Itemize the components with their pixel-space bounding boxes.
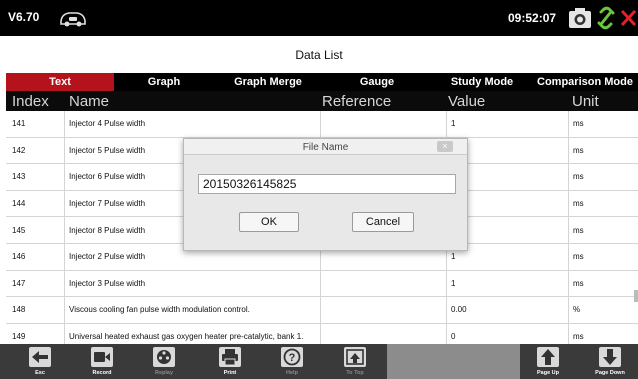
- to-top-label: To Top: [346, 370, 364, 376]
- row-index: 147: [12, 278, 26, 288]
- help-icon: ?: [281, 347, 303, 367]
- table-row[interactable]: 141 Injector 4 Pulse width 1 ms: [6, 111, 638, 138]
- car-logo-icon: [58, 6, 88, 30]
- link-icon[interactable]: [593, 4, 619, 32]
- column-header-index: Index: [12, 93, 49, 110]
- print-label: Print: [223, 370, 237, 376]
- row-index: 149: [12, 332, 26, 342]
- row-reference: [320, 111, 446, 137]
- column-header-name: Name: [69, 93, 110, 110]
- row-reference: [320, 323, 446, 344]
- row-unit: ms: [568, 164, 638, 190]
- row-value: 0.00: [446, 297, 568, 323]
- row-name: Injector 4 Pulse width: [64, 111, 320, 137]
- dialog-close-button[interactable]: ×: [437, 141, 453, 152]
- table-header: Index Name Reference Value Unit: [6, 91, 638, 111]
- row-name: Viscous cooling fan pulse width modulati…: [64, 297, 320, 323]
- close-icon[interactable]: [618, 4, 638, 32]
- file-name-dialog: File Name × OK Cancel: [183, 138, 468, 251]
- table-row[interactable]: 148 Viscous cooling fan pulse width modu…: [6, 297, 638, 324]
- row-name: Injector 3 Pulse width: [64, 270, 320, 297]
- table-row[interactable]: 147 Injector 3 Pulse width 1 ms: [6, 270, 638, 298]
- row-unit: ms: [568, 323, 638, 344]
- tab-graph[interactable]: Graph: [114, 73, 214, 91]
- bottom-toolbar: Esc Record Replay Print ? Help To Top Pa…: [0, 344, 638, 379]
- row-unit: ms: [568, 217, 638, 243]
- tab-text[interactable]: Text: [6, 73, 114, 91]
- dialog-header: File Name ×: [184, 139, 467, 155]
- row-reference: [320, 270, 446, 297]
- row-unit: %: [568, 297, 638, 323]
- clock-time: 09:52:07: [508, 11, 557, 25]
- help-label: Help: [286, 370, 298, 376]
- page-title: Data List: [295, 48, 343, 62]
- page-down-button[interactable]: Page Down: [586, 344, 634, 379]
- tab-comparison-mode[interactable]: Comparison Mode: [532, 73, 638, 91]
- version-label: V6.70: [8, 10, 40, 24]
- table-scrollbar[interactable]: [634, 290, 638, 302]
- to-top-button[interactable]: To Top: [331, 344, 379, 379]
- printer-icon: [219, 347, 241, 367]
- file-name-input[interactable]: [198, 174, 456, 194]
- to-top-icon: [344, 347, 366, 367]
- column-header-unit: Unit: [572, 93, 599, 110]
- replay-button[interactable]: Replay: [140, 344, 188, 379]
- back-arrow-icon: [29, 347, 51, 367]
- dialog-title: File Name: [302, 142, 349, 153]
- record-button[interactable]: Record: [78, 344, 126, 379]
- film-reel-icon: [153, 347, 175, 367]
- record-label: Record: [92, 370, 112, 376]
- page-down-label: Page Down: [595, 370, 625, 376]
- row-value: 0: [446, 323, 568, 344]
- row-name: Universal heated exhaust gas oxygen heat…: [64, 323, 320, 344]
- row-reference: [320, 297, 446, 323]
- row-unit: ms: [568, 270, 638, 297]
- row-unit: ms: [568, 111, 638, 137]
- replay-label: Replay: [154, 370, 174, 376]
- toolbar-spacer: [387, 344, 520, 379]
- help-button[interactable]: ? Help: [268, 344, 316, 379]
- column-header-reference: Reference: [322, 93, 392, 110]
- column-header-value: Value: [448, 93, 486, 110]
- mode-tabs: Text Graph Graph Merge Gauge Study Mode …: [6, 73, 638, 91]
- camera-icon[interactable]: [567, 4, 593, 32]
- row-value: 1: [446, 270, 568, 297]
- print-button[interactable]: Print: [206, 344, 254, 379]
- row-value: 1: [446, 111, 568, 137]
- cancel-button[interactable]: Cancel: [352, 212, 414, 232]
- page-up-label: Page Up: [536, 370, 559, 376]
- row-index: 148: [12, 305, 26, 315]
- esc-button[interactable]: Esc: [16, 344, 64, 379]
- row-index: 145: [12, 225, 26, 235]
- page-up-button[interactable]: Page Up: [524, 344, 572, 379]
- video-camera-icon: [91, 347, 113, 367]
- row-index: 143: [12, 172, 26, 182]
- table-row[interactable]: 149 Universal heated exhaust gas oxygen …: [6, 323, 638, 344]
- ok-button[interactable]: OK: [239, 212, 299, 232]
- tab-gauge[interactable]: Gauge: [322, 73, 432, 91]
- tab-graph-merge[interactable]: Graph Merge: [214, 73, 322, 91]
- row-index: 141: [12, 119, 26, 129]
- row-unit: ms: [568, 243, 638, 270]
- row-index: 142: [12, 145, 26, 155]
- row-index: 146: [12, 252, 26, 262]
- row-index: 144: [12, 199, 26, 209]
- arrow-up-icon: [537, 347, 559, 367]
- row-unit: ms: [568, 137, 638, 164]
- top-status-bar: V6.70 09:52:07: [0, 0, 638, 36]
- esc-label: Esc: [35, 370, 45, 376]
- arrow-down-icon: [599, 347, 621, 367]
- svg-text:?: ?: [289, 352, 296, 364]
- tab-study-mode[interactable]: Study Mode: [432, 73, 532, 91]
- row-unit: ms: [568, 190, 638, 217]
